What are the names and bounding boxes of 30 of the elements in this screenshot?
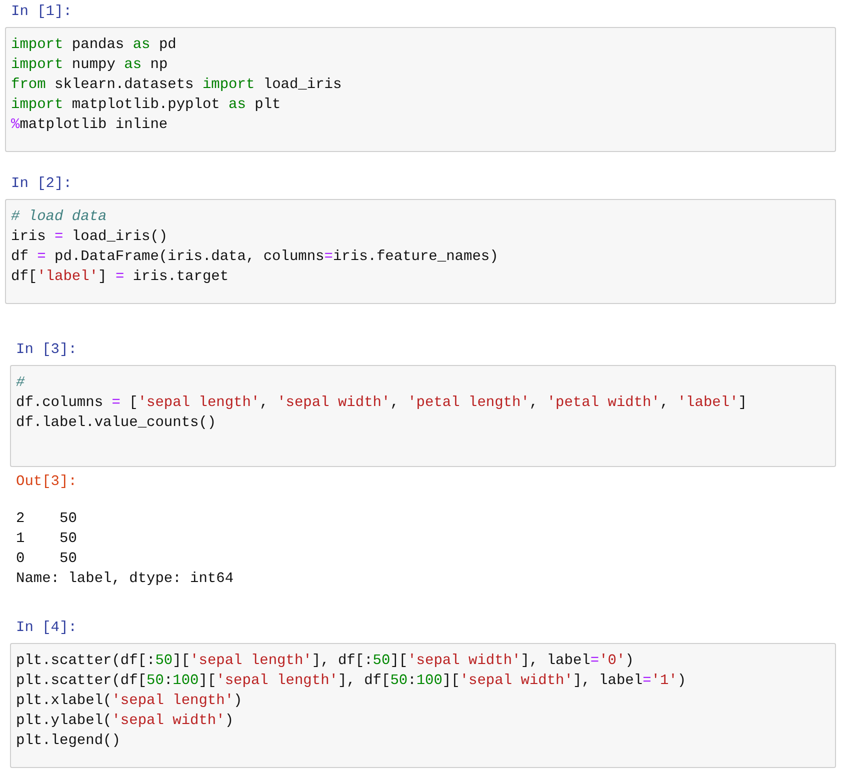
code-line: df['label'] = iris.target [11, 268, 229, 287]
code-line: df.columns = ['sepal length', 'sepal width', 'petal length', 'petal width', 'label'] [16, 394, 747, 413]
code-line: %matplotlib inline [11, 116, 168, 135]
code-line: import numpy as np [11, 56, 168, 75]
code-line: # load data [11, 208, 107, 227]
code-line: iris = load_iris() [11, 228, 168, 247]
code-line: plt.legend() [16, 732, 120, 751]
code-line: plt.scatter(df[50:100]['sepal length'], df[50:100]['sepal width'], label='1') [16, 672, 686, 691]
output-prompt: Out[3]: [16, 473, 77, 492]
code-line: df.label.value_counts() [16, 414, 216, 433]
code-line: import matplotlib.pyplot as plt [11, 96, 281, 115]
code-cell[interactable]: # load data iris = load_iris() df = pd.DataFrame(iris.data, columns=iris.feature_names) df['label'] = iris.target [5, 199, 836, 304]
code-line: plt.ylabel('sepal width') [16, 712, 234, 731]
code-line: df = pd.DataFrame(iris.data, columns=iris.feature_names) [11, 248, 498, 267]
code-line: plt.scatter(df[:50]['sepal length'], df[:50]['sepal width'], label='0') [16, 652, 634, 671]
output-line: 2 50 [16, 510, 77, 529]
code-line: # [16, 374, 25, 393]
code-cell[interactable]: import pandas as pd import numpy as np from sklearn.datasets import load_iris import matplotlib.pyplot as plt %matplotlib inline [5, 27, 836, 152]
code-line: from sklearn.datasets import load_iris [11, 76, 342, 95]
code-cell[interactable]: # df.columns = ['sepal length', 'sepal width', 'petal length', 'petal width', 'label'] df.label.value_counts() [10, 365, 836, 467]
input-prompt: In [3]: [16, 341, 77, 360]
code-line: import pandas as pd [11, 36, 176, 55]
output-line: 1 50 [16, 530, 77, 549]
input-prompt: In [1]: [11, 3, 72, 22]
code-cell[interactable] [10, 643, 836, 768]
output-line: 0 50 [16, 550, 77, 569]
input-prompt: In [2]: [11, 175, 72, 194]
code-line: plt.xlabel('sepal length') [16, 692, 242, 711]
input-prompt: In [4]: [16, 619, 77, 638]
output-line: Name: label, dtype: int64 [16, 570, 234, 589]
